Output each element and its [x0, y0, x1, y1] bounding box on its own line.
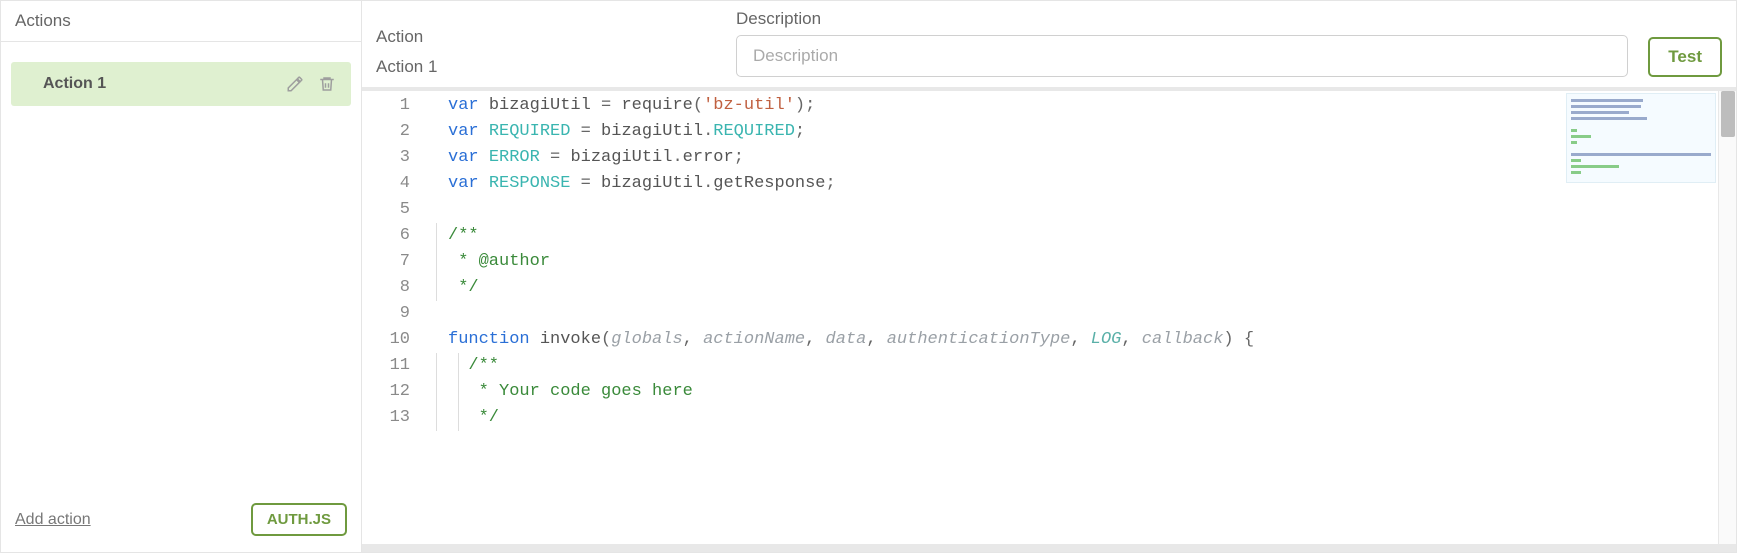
- edit-icon[interactable]: [283, 72, 307, 96]
- editor-footer-bar: [362, 544, 1736, 552]
- actions-list: Action 1: [1, 42, 361, 493]
- delete-icon[interactable]: [315, 72, 339, 96]
- minimap[interactable]: [1566, 93, 1716, 183]
- auth-js-button[interactable]: AUTH.JS: [251, 503, 347, 536]
- add-action-link[interactable]: Add action: [15, 511, 91, 529]
- sidebar-footer: Add action AUTH.JS: [1, 493, 361, 552]
- sidebar-title: Actions: [1, 1, 361, 42]
- scroll-thumb[interactable]: [1721, 91, 1735, 137]
- description-input[interactable]: [736, 35, 1628, 77]
- code-editor[interactable]: 12345678910111213 var bizagiUtil = requi…: [362, 91, 1736, 544]
- scrollbar[interactable]: [1718, 91, 1736, 544]
- description-label: Description: [736, 9, 1628, 29]
- main-header: Action Action 1 Description Test: [362, 1, 1736, 91]
- action-item-label: Action 1: [43, 75, 106, 93]
- action-name: Action 1: [376, 53, 716, 77]
- test-button[interactable]: Test: [1648, 37, 1722, 77]
- code-area[interactable]: var bizagiUtil = require('bz-util');var …: [420, 91, 1736, 544]
- main-panel: Action Action 1 Description Test 1234567…: [362, 0, 1737, 553]
- actions-sidebar: Actions Action 1 Add action AUTH.JS: [0, 0, 362, 553]
- action-item[interactable]: Action 1: [11, 62, 351, 106]
- action-label: Action: [376, 27, 716, 47]
- line-gutter: 12345678910111213: [362, 91, 420, 544]
